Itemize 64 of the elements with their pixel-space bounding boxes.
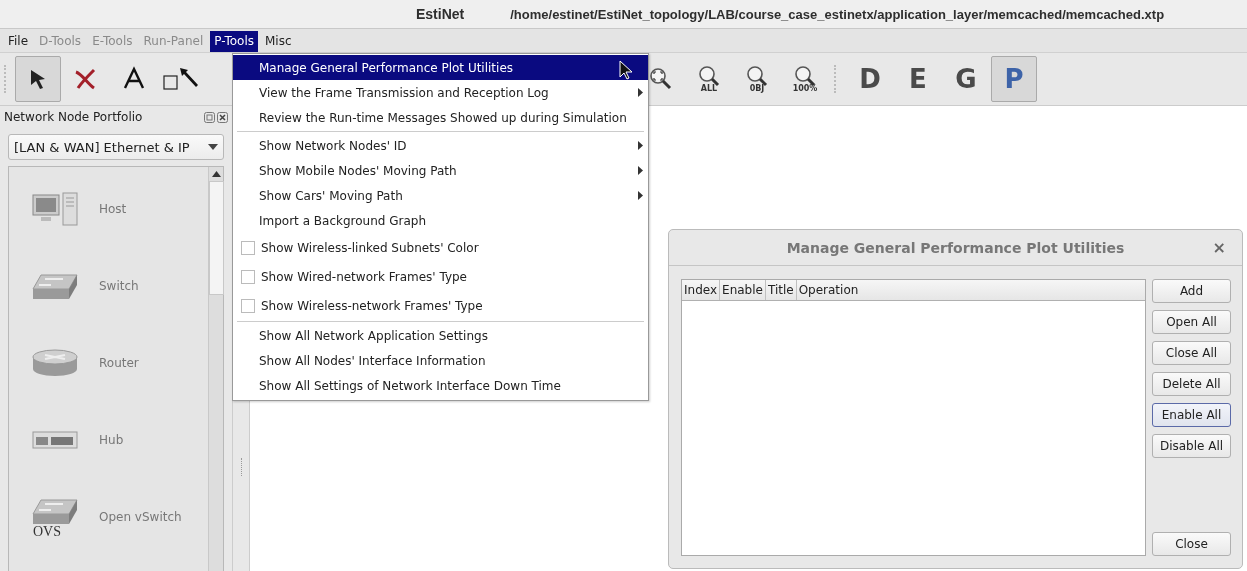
menu-entry[interactable]: Show Mobile Nodes' Moving Path [233,158,648,183]
menu-item[interactable]: Misc [261,31,296,52]
toolbar-button[interactable]: E [895,56,941,102]
menu-entry[interactable]: Show Wired-network Frames' Type [233,262,648,291]
router-icon [31,347,79,378]
dialog-button[interactable]: Add [1152,279,1231,303]
menu-entry[interactable]: Review the Run-time Messages Showed up during Simulation [233,105,648,130]
close-dialog-button[interactable]: Close [1152,532,1231,556]
menu-entry[interactable]: Manage General Performance Plot Utilities [233,55,648,80]
menu-entry[interactable]: Show Wireless-network Frames' Type [233,291,648,320]
zoom-button[interactable]: ALL [686,56,732,102]
computer-icon [31,190,79,227]
menu-entry[interactable]: View the Frame Transmission and Reception Log [233,80,648,105]
menu-item[interactable]: P-Tools [210,31,258,52]
menu-entry[interactable]: Show Cars' Moving Path [233,183,648,208]
zoom-button[interactable]: 100% [782,56,828,102]
column-header[interactable]: Title [765,280,797,300]
mouse-cursor-icon [619,60,633,80]
toolbar-button[interactable]: P [991,56,1037,102]
submenu-arrow-icon [638,141,643,150]
menu-entry[interactable]: Show Network Nodes' ID [233,133,648,158]
menu-entry[interactable]: Show All Network Application Settings [233,323,648,348]
close-icon[interactable] [217,111,228,123]
panel-title: Network Node Portfolio [4,110,143,124]
dialog-button[interactable]: Enable All [1152,403,1231,427]
node-label: Open vSwitch [99,509,182,524]
node-label: Switch [99,278,139,293]
submenu-arrow-icon [638,88,643,97]
dialog-button[interactable]: Open All [1152,310,1231,334]
node-label: Host [99,201,127,216]
toolbar-button[interactable] [15,56,61,102]
node-label: Hub [99,432,124,447]
column-header[interactable]: Enable [720,280,766,300]
scroll-up-icon[interactable] [211,171,221,177]
toolbar-button[interactable]: G [943,56,989,102]
scrollbar-thumb[interactable] [208,181,224,295]
close-button[interactable]: × [1212,238,1226,257]
category-dropdown[interactable]: [LAN & WAN] Ethernet & IP [8,134,224,160]
submenu-arrow-icon [638,166,643,175]
dialog-button[interactable]: Close All [1152,341,1231,365]
dialog-button[interactable]: Delete All [1152,372,1231,396]
file-path: /home/estinet/EstiNet_topology/LAB/course_case_estinetx/application_layer/memcached/memcached.xtp [510,6,1165,22]
app-title: EstiNet [416,6,465,22]
dialog-title: Manage General Performance Plot Utilities [786,239,1125,256]
toolbar-button[interactable]: D [847,56,893,102]
menu-entry[interactable]: Import a Background Graph [233,208,648,233]
checkbox[interactable] [241,240,255,255]
column-header[interactable]: Operation [796,280,861,300]
menu-entry[interactable]: Show Wireless-linked Subnets' Color [233,233,648,262]
submenu-arrow-icon [638,191,643,200]
menu-entry[interactable]: Show All Settings of Network Interface Down Time [233,373,648,398]
menu-item[interactable]: File [4,31,33,52]
zoom-icon [697,65,721,89]
dialog-button[interactable]: Disable All [1152,434,1231,458]
menu-entry[interactable]: Show All Nodes' Interface Information [233,348,648,373]
node-label: Router [99,355,139,370]
caret-icon [208,144,218,150]
hub-icon [31,429,79,450]
checkbox[interactable] [241,269,255,284]
float-icon[interactable] [204,111,215,123]
ovs-caption: OVS [33,525,61,538]
column-header[interactable]: Index [682,280,721,300]
zoom-button[interactable]: 0BJ [734,56,780,102]
checkbox[interactable] [241,298,255,313]
